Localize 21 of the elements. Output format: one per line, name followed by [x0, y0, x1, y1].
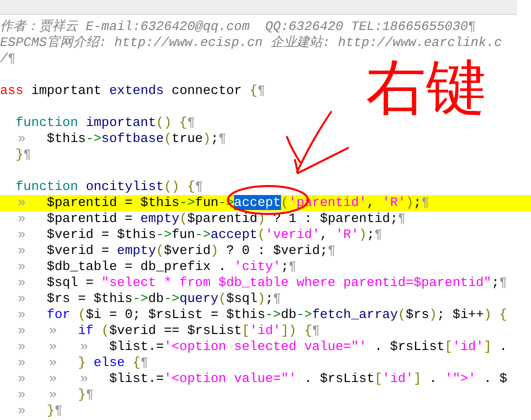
code-line: function oncitylist() {¶ — [14, 179, 204, 195]
code-line: » » if ($verid == $rsList['id']) {¶ — [16, 323, 321, 339]
code-line: }¶ — [14, 147, 32, 163]
code-line: 作者：贾祥云 E-mail:6326420@qq.com QQ:6326420 TEL:18665655030¶ — [0, 19, 477, 35]
code-line: » $db_table = db_prefix . 'city';¶ — [16, 259, 298, 275]
code-line: » $verid = empty($verid) ? 0 : $verid;¶ — [16, 243, 336, 259]
code-line: ass important extends connector {¶ — [0, 83, 266, 99]
code-line: » » » $list.='<option selected value="' . $rsList['id'] . — [16, 339, 508, 355]
code-line: » $sql = "select * from $db_table where parentid=$parentid";¶ — [16, 275, 508, 291]
code-line: » » » $list.='<option value="' . $rsList['id'] . '">' . $ — [16, 371, 508, 387]
code-line: ESPCMS官网介绍: http://www.ecisp.cn 企业建站: http://www.earclink.c — [0, 35, 503, 51]
code-line: » }¶ — [16, 403, 64, 419]
code-line: » » } else {¶ — [16, 355, 150, 371]
handwritten-note: 右键 — [365, 52, 487, 125]
code-line: » $this->softbase(true);¶ — [16, 131, 228, 147]
code-line: » $rs = $this->db->query($sql);¶ — [16, 291, 282, 307]
code-line: /¶ — [0, 51, 17, 67]
code-line: » $verid = $this->fun->accept('verid', 'R');¶ — [16, 227, 384, 243]
code-line: » for ($i = 0; $rsList = $this->db->fetch_array($rs); $i++) { — [16, 307, 508, 323]
code-line: » » }¶ — [16, 387, 95, 403]
code-line: function important() {¶ — [14, 115, 196, 131]
